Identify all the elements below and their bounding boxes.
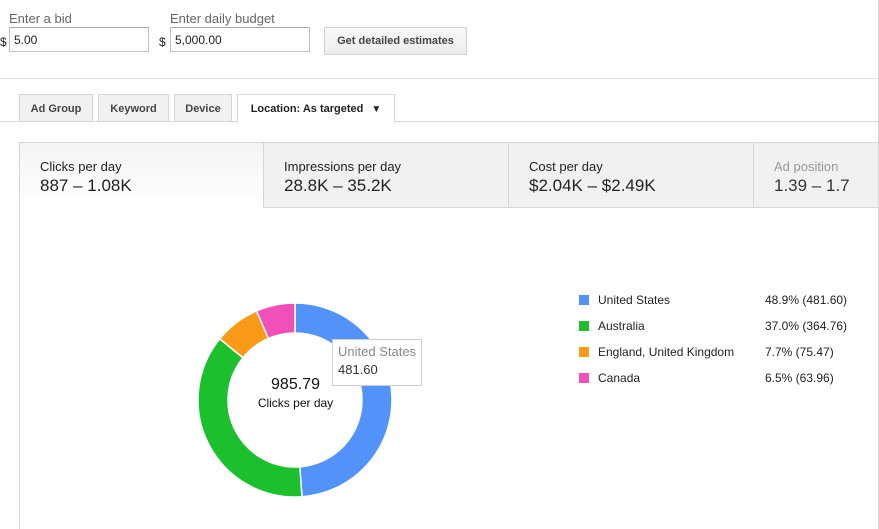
legend-swatch [579,321,589,331]
legend-value: 48.9% (481.60) [765,293,848,307]
legend-value: 37.0% (364.76) [765,319,848,333]
legend-value: 6.5% (63.96) [765,371,834,385]
legend-value: 7.7% (75.47) [765,345,834,359]
chart-tooltip: United States 481.60 [332,339,422,386]
legend-item: Canada 6.5% (63.96) [579,371,869,387]
legend-name: United States [598,293,671,307]
legend-item: Australia 37.0% (364.76) [579,319,869,335]
legend-name: Australia [598,319,645,333]
legend-swatch [579,373,589,383]
legend-item: England, United Kingdom 7.7% (75.47) [579,345,869,361]
legend-name: England, United Kingdom [598,345,735,359]
donut-total-label: Clicks per day [257,396,334,410]
legend-swatch [579,347,589,357]
donut-slice-australia[interactable] [197,337,303,498]
legend-item: United States 48.9% (481.60) [579,293,869,309]
donut-chart [197,302,393,498]
legend-swatch [579,295,589,305]
legend-name: Canada [598,371,641,385]
tooltip-value: 481.60 [338,362,378,377]
tooltip-name: United States [338,344,417,359]
